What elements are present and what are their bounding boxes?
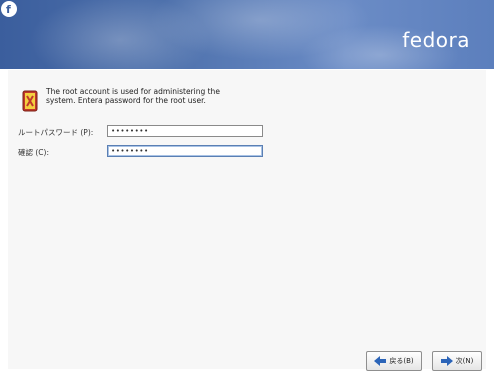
fedora-logo-text: fedora [402,28,470,52]
back-arrow-icon [374,356,387,366]
back-label: 戻る(B) [389,357,414,365]
content-panel [8,70,486,369]
root-description: The root account is used for administeri… [46,87,220,105]
svg-text:f: f [6,3,11,16]
root-lock-icon [22,90,38,112]
root-password-field[interactable]: •••••••• [107,125,263,137]
confirm-label: 確認 (C): [18,148,49,157]
header-banner: fedora f [0,0,494,69]
confirm-password-field[interactable]: •••••••• [107,145,263,157]
next-label: 次(N) [455,357,474,365]
next-button[interactable]: 次(N) [432,351,482,371]
password-label: ルートパスワード (P): [18,128,94,137]
fedora-logo-icon: f [1,1,17,17]
back-button[interactable]: 戻る(B) [366,351,422,371]
next-arrow-icon [440,356,453,366]
